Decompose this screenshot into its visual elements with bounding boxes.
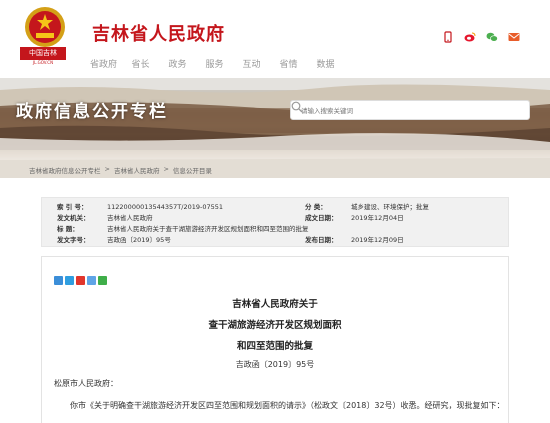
share-bar (54, 276, 107, 285)
publish-date-label: 发布日期： (305, 236, 338, 244)
share-wechat-icon[interactable] (98, 276, 107, 285)
category-value: 城乡建设、环境保护；批复 (351, 203, 429, 211)
publish-date-value: 2019年12月09日 (351, 236, 404, 244)
article-body: 吉林省人民政府关于 查干湖旅游经济开发区规划面积 和四至范围的批复 吉政函〔20… (41, 256, 509, 423)
main-nav: 省政府 省长 政务 服务 互动 省情 数据 (85, 57, 344, 70)
article-paragraph: 你市《关于明确查干湖旅游经济开发区四至范围和规划面积的请示》（松政文〔2018〕… (70, 401, 505, 410)
info-row: 标 题： 吉林省人民政府关于查干湖旅游经济开发区规划面积和四至范围的批复 (42, 224, 510, 234)
breadcrumb-info-column[interactable]: 吉林省政府信息公开专栏 (29, 165, 101, 175)
share-weibo-icon[interactable] (76, 276, 85, 285)
addressee: 松原市人民政府： (54, 379, 118, 388)
logo-label: 中国吉林 (20, 47, 66, 60)
nav-item-governor[interactable]: 省长 (122, 57, 159, 70)
index-label: 索 引 号： (57, 203, 88, 211)
info-row: 发文字号： 吉政函〔2019〕95号 发布日期： 2019年12月09日 (42, 235, 510, 245)
national-emblem-icon (25, 7, 65, 47)
issuer-value: 吉林省人民政府 (107, 214, 153, 222)
weibo-icon[interactable] (464, 28, 476, 42)
breadcrumb: 吉林省政府信息公开专栏 > 吉林省人民政府 > 信息公开目录 (29, 165, 212, 175)
search-icon[interactable] (291, 101, 303, 113)
info-row: 发文机关： 吉林省人民政府 成文日期： 2019年12月04日 (42, 213, 510, 223)
article-title-line: 查干湖旅游经济开发区规划面积 (208, 320, 342, 331)
title-value: 吉林省人民政府关于查干湖旅游经济开发区规划面积和四至范围的批复 (107, 225, 309, 233)
written-date-label: 成文日期： (305, 214, 338, 222)
wechat-icon[interactable] (486, 28, 498, 42)
article-title-line: 吉林省人民政府关于 (232, 299, 318, 310)
logo-sub: JL.GOV.CN (32, 60, 54, 65)
breadcrumb-separator: > (163, 165, 169, 173)
nav-item-government[interactable]: 省政府 (85, 57, 122, 70)
breadcrumb-info-directory[interactable]: 信息公开目录 (173, 165, 212, 175)
nav-item-province-info[interactable]: 省情 (270, 57, 307, 70)
index-value: 11220000013544357T/2019-07551 (107, 203, 224, 211)
nav-item-affairs[interactable]: 政务 (159, 57, 196, 70)
banner: 政府信息公开专栏 (0, 78, 550, 178)
breadcrumb-provincial-government[interactable]: 吉林省人民政府 (114, 165, 160, 175)
issuer-label: 发文机关： (57, 214, 90, 222)
share-qzone-icon[interactable] (65, 276, 74, 285)
banner-title: 政府信息公开专栏 (16, 102, 168, 122)
share-tencent-icon[interactable] (87, 276, 96, 285)
article-title-line: 和四至范围的批复 (236, 341, 313, 352)
search-input[interactable] (301, 104, 501, 117)
mobile-icon[interactable] (442, 28, 454, 43)
nav-item-interaction[interactable]: 互动 (233, 57, 270, 70)
document-info-table: 索 引 号： 11220000013544357T/2019-07551 分 类… (41, 197, 509, 247)
search-box (290, 100, 530, 120)
category-label: 分 类： (305, 203, 327, 211)
breadcrumb-separator: > (104, 165, 110, 173)
share-plus-icon[interactable] (54, 276, 63, 285)
nav-item-services[interactable]: 服务 (196, 57, 233, 70)
site-header: 中国吉林 JL.GOV.CN 吉林省人民政府 省政府 省长 政务 服务 互动 省… (0, 0, 550, 78)
info-row: 索 引 号： 11220000013544357T/2019-07551 分 类… (42, 202, 510, 212)
written-date-value: 2019年12月04日 (351, 214, 404, 222)
title-label: 标 题： (57, 225, 79, 233)
doc-number-value: 吉政函〔2019〕95号 (107, 236, 171, 244)
mail-icon[interactable] (508, 28, 520, 41)
doc-number-label: 发文字号： (57, 236, 90, 244)
article-doc-number: 吉政函〔2019〕95号 (235, 360, 315, 369)
top-icons (442, 28, 520, 43)
nav-item-data[interactable]: 数据 (307, 57, 344, 70)
winter-landscape-image (0, 78, 550, 178)
site-title[interactable]: 吉林省人民政府 (92, 20, 225, 46)
